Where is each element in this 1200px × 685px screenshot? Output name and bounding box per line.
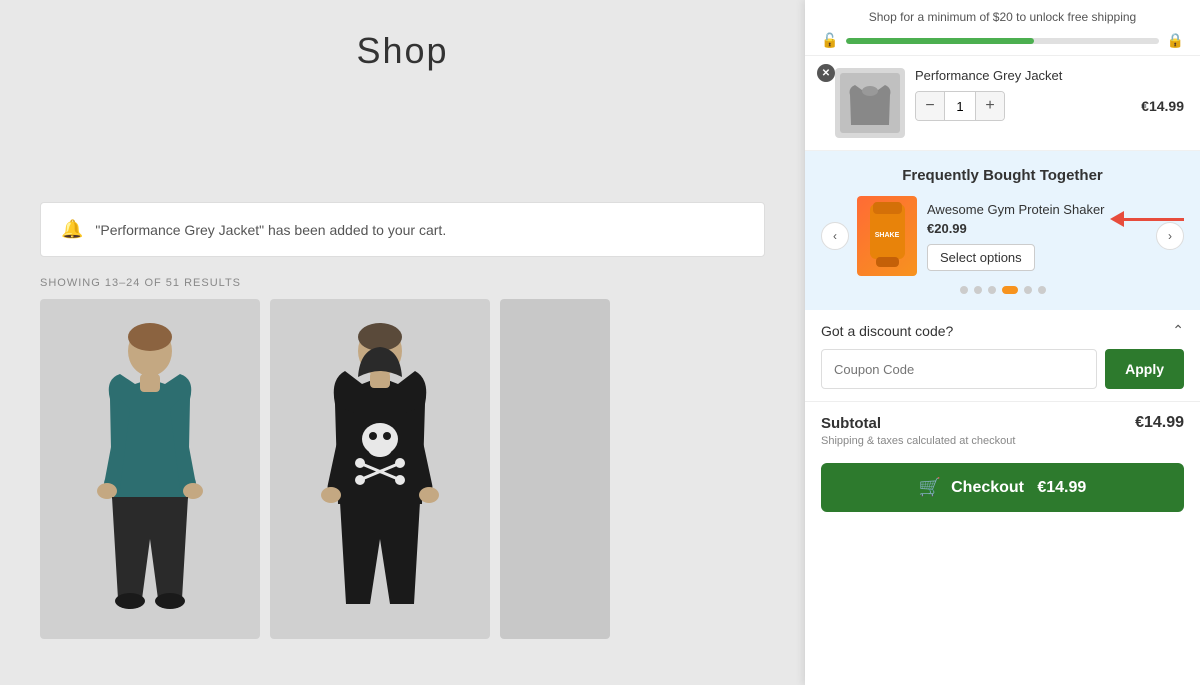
product-card-2[interactable] <box>270 299 490 639</box>
subtotal-row: Subtotal €14.99 <box>821 414 1184 432</box>
checkout-price-text: €14.99 <box>1037 479 1086 496</box>
carousel-prev-button[interactable]: ‹ <box>821 222 849 250</box>
subtotal-price: €14.99 <box>1135 414 1184 432</box>
product-image-1 <box>40 299 260 639</box>
cart-item-image <box>835 68 905 138</box>
shipping-progress-section: Shop for a minimum of $20 to unlock free… <box>805 0 1200 56</box>
progress-fill <box>846 38 1033 44</box>
fbt-product-image: SHAKE <box>857 196 917 276</box>
product-image-2 <box>270 299 490 639</box>
discount-section: Got a discount code? ⌃ Apply <box>805 310 1200 402</box>
coupon-row: Apply <box>821 349 1184 389</box>
jacket-thumbnail <box>840 73 900 133</box>
cart-sidebar: Shop for a minimum of $20 to unlock free… <box>805 0 1200 685</box>
quantity-control: − + <box>915 91 1005 121</box>
fbt-carousel: ‹ SHAKE Awesome Gym Protein Shaker €20.9… <box>821 196 1184 276</box>
remove-item-button[interactable]: ✕ <box>817 64 835 82</box>
cart-item-price: €14.99 <box>1141 98 1184 114</box>
select-options-button[interactable]: Select options <box>927 244 1035 271</box>
carousel-dots <box>821 286 1184 294</box>
notification-bar: 🔔 "Performance Grey Jacket" has been add… <box>40 202 765 257</box>
price-qty-row: − + €14.99 <box>915 91 1184 121</box>
results-count: Showing 13–24 of 51 results <box>40 277 765 289</box>
cart-item-details: Performance Grey Jacket − + €14.99 <box>915 68 1184 121</box>
arrow-line <box>1124 218 1184 221</box>
dot-5 <box>1024 286 1032 294</box>
dot-6 <box>1038 286 1046 294</box>
subtotal-section: Subtotal €14.99 Shipping & taxes calcula… <box>805 402 1200 455</box>
checkout-cart-icon: 🛒 <box>919 477 941 498</box>
quantity-decrease-button[interactable]: − <box>916 92 944 120</box>
product-card-3-partial[interactable] <box>500 299 610 639</box>
lock-closed-icon: 🔒 <box>1167 32 1184 49</box>
shipping-note: Shipping & taxes calculated at checkout <box>821 435 1184 447</box>
progress-row: 🔓 🔒 <box>821 32 1184 49</box>
fbt-title: Frequently Bought Together <box>821 167 1184 184</box>
notification-text: "Performance Grey Jacket" has been added… <box>95 222 446 238</box>
shipping-message: Shop for a minimum of $20 to unlock free… <box>821 10 1184 24</box>
coupon-code-input[interactable] <box>821 349 1097 389</box>
checkout-label-text: Checkout <box>951 479 1024 496</box>
checkout-label: Checkout €14.99 <box>951 479 1086 497</box>
cart-item: ✕ Performance Grey Jacket − + €14.99 <box>805 56 1200 151</box>
page-title: Shop <box>0 0 805 72</box>
quantity-increase-button[interactable]: + <box>976 92 1004 120</box>
dot-4-active <box>1002 286 1018 294</box>
discount-header[interactable]: Got a discount code? ⌃ <box>821 322 1184 339</box>
progress-track <box>846 38 1158 44</box>
lock-open-icon: 🔓 <box>821 32 838 49</box>
dot-2 <box>974 286 982 294</box>
chevron-up-icon: ⌃ <box>1172 322 1184 339</box>
cart-item-name: Performance Grey Jacket <box>915 68 1184 83</box>
discount-header-text: Got a discount code? <box>821 323 953 339</box>
product-grid <box>40 299 765 639</box>
svg-text:SHAKE: SHAKE <box>874 232 899 239</box>
shop-main: Shop 🔔 "Performance Grey Jacket" has bee… <box>0 0 805 685</box>
teal-shirt-svg <box>80 319 220 619</box>
dot-1 <box>960 286 968 294</box>
subtotal-label: Subtotal <box>821 415 881 432</box>
hoodie-svg <box>310 319 450 619</box>
bell-icon: 🔔 <box>61 219 83 240</box>
quantity-input[interactable] <box>944 92 976 120</box>
checkout-button[interactable]: 🛒 Checkout €14.99 <box>821 463 1184 512</box>
apply-coupon-button[interactable]: Apply <box>1105 349 1184 389</box>
arrow-head <box>1110 211 1124 227</box>
fbt-item: SHAKE Awesome Gym Protein Shaker €20.99 … <box>857 196 1148 276</box>
dot-3 <box>988 286 996 294</box>
shaker-svg: SHAKE <box>860 199 915 274</box>
product-card-1[interactable] <box>40 299 260 639</box>
arrow-annotation <box>1110 211 1184 227</box>
fbt-section: Frequently Bought Together ‹ SHAKE Aweso… <box>805 151 1200 310</box>
